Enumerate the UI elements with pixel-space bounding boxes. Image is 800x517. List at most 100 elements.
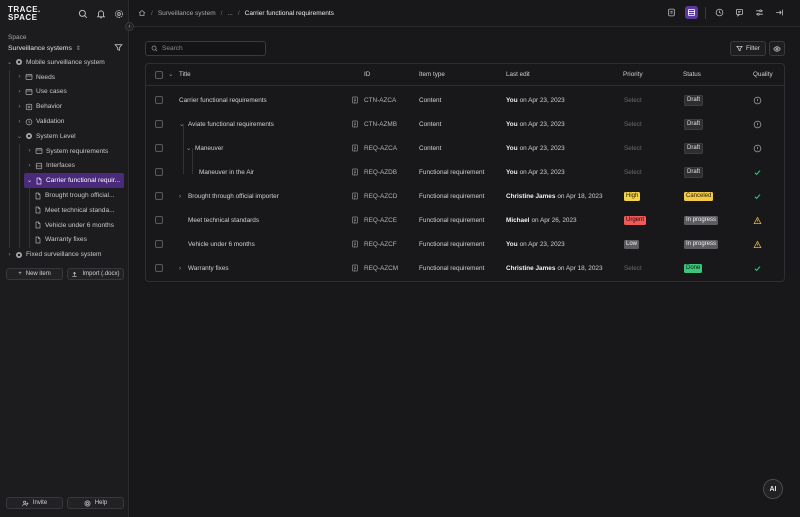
priority-badge[interactable]: Low xyxy=(624,239,640,249)
select-all-checkbox[interactable] xyxy=(155,70,163,79)
filter-button[interactable]: Filter xyxy=(730,41,766,56)
priority-select[interactable]: Select xyxy=(624,97,642,104)
row-status[interactable]: Canceled xyxy=(684,184,714,208)
row-priority[interactable]: Urgent xyxy=(624,208,647,232)
chevron-right-icon[interactable]: › xyxy=(16,104,23,110)
history-button[interactable] xyxy=(713,6,726,19)
info-icon[interactable] xyxy=(753,120,762,129)
row-checkbox[interactable] xyxy=(155,216,163,224)
check-icon[interactable] xyxy=(753,264,762,273)
row-title[interactable]: Warranty fixes xyxy=(188,256,229,280)
import-docx-button[interactable]: Import (.docx) xyxy=(67,268,124,280)
row-title[interactable]: Maneuver xyxy=(195,136,223,160)
table-row[interactable]: ⌄ Aviate functional requirements CTN-AZMB C… xyxy=(146,112,784,136)
chevron-down-icon[interactable]: ⌄ xyxy=(26,177,33,184)
row-status[interactable]: Draft xyxy=(684,136,704,160)
chevron-right-icon[interactable]: › xyxy=(26,148,33,154)
space-selector[interactable]: Surveillance systems ⇕ xyxy=(8,43,124,53)
tree-item-carrier-functional-requirements[interactable]: ⌄ Carrier functional requir... xyxy=(24,173,124,189)
row-status[interactable]: Done xyxy=(684,256,703,280)
document-view-button[interactable] xyxy=(665,6,678,19)
row-quality[interactable] xyxy=(753,136,762,160)
chevron-down-icon[interactable]: ⌄ xyxy=(186,136,191,160)
row-title[interactable]: Vehicle under 6 months xyxy=(188,232,255,256)
row-status[interactable]: Draft xyxy=(684,112,704,136)
row-quality[interactable] xyxy=(753,208,762,232)
table-row[interactable]: Carrier functional requirements CTN-AZCA C… xyxy=(146,88,784,112)
priority-select[interactable]: Select xyxy=(624,121,642,128)
info-icon[interactable] xyxy=(753,144,762,153)
row-priority[interactable]: Select xyxy=(624,88,642,112)
row-checkbox[interactable] xyxy=(155,264,163,272)
tree-item-mobile-surveillance-system[interactable]: ⌄ Mobile surveillance system xyxy=(0,55,129,70)
tree-item-system-level[interactable]: ⌄ System Level xyxy=(0,129,129,144)
priority-select[interactable]: Select xyxy=(624,265,642,272)
status-badge[interactable]: Draft xyxy=(684,94,704,106)
warning-icon[interactable] xyxy=(753,240,762,249)
chevron-right-icon[interactable]: › xyxy=(26,163,33,169)
column-status[interactable]: Status xyxy=(683,64,701,85)
row-quality[interactable] xyxy=(753,112,762,136)
status-badge[interactable]: Draft xyxy=(684,142,704,154)
expand-all-chevron[interactable]: ⌄ xyxy=(168,64,173,85)
row-quality[interactable] xyxy=(753,232,762,256)
chevron-right-icon[interactable]: › xyxy=(6,252,13,258)
row-checkbox[interactable] xyxy=(155,120,163,128)
row-checkbox[interactable] xyxy=(155,144,163,152)
chevron-right-icon[interactable]: › xyxy=(16,89,23,95)
tree-item-use-cases[interactable]: › Use cases xyxy=(0,85,129,100)
status-badge[interactable]: Done xyxy=(684,263,703,273)
row-title[interactable]: Brought through official importer xyxy=(188,184,279,208)
table-row[interactable]: ⌄ Maneuver REQ-AZCA Content You on Apr 23, 20… xyxy=(146,136,784,160)
row-status[interactable]: Draft xyxy=(684,160,704,184)
table-row[interactable]: Maneuver in the Air REQ-AZDB Functional re… xyxy=(146,160,784,184)
tree-item-needs[interactable]: › Needs xyxy=(0,70,129,85)
row-priority[interactable]: Select xyxy=(624,256,642,280)
visibility-button[interactable] xyxy=(769,41,785,56)
chevron-right-icon[interactable]: › xyxy=(179,256,181,280)
row-priority[interactable]: High xyxy=(624,184,641,208)
status-badge[interactable]: Draft xyxy=(684,166,704,178)
priority-select[interactable]: Select xyxy=(624,169,642,176)
column-quality[interactable]: Quality xyxy=(753,64,773,85)
row-checkbox[interactable] xyxy=(155,168,163,176)
status-badge[interactable]: In progress xyxy=(684,239,719,249)
row-quality[interactable] xyxy=(753,256,762,280)
column-title[interactable]: Title xyxy=(179,64,191,85)
table-row[interactable]: › Warranty fixes REQ-AZCM Functional requir… xyxy=(146,256,784,280)
row-title[interactable]: Meet technical standards xyxy=(188,208,259,232)
tree-item-behavior[interactable]: › Behavior xyxy=(0,99,129,114)
breadcrumb-item[interactable]: ... xyxy=(227,10,232,17)
info-icon[interactable] xyxy=(753,96,762,105)
priority-badge[interactable]: High xyxy=(624,191,641,201)
row-title[interactable]: Aviate functional requirements xyxy=(188,112,274,136)
help-button[interactable]: Help xyxy=(67,497,124,509)
row-checkbox[interactable] xyxy=(155,192,163,200)
collapse-sidebar-button[interactable]: ‹ xyxy=(125,22,134,31)
row-title[interactable]: Maneuver in the Air xyxy=(199,160,254,184)
row-priority[interactable]: Low xyxy=(624,232,640,256)
row-status[interactable]: Draft xyxy=(684,88,704,112)
settings-sliders-button[interactable] xyxy=(753,6,766,19)
close-panel-button[interactable] xyxy=(773,6,786,19)
column-item-type[interactable]: Item type xyxy=(419,64,445,85)
filter-icon[interactable] xyxy=(114,43,124,53)
comments-button[interactable] xyxy=(733,6,746,19)
row-checkbox[interactable] xyxy=(155,96,163,104)
breadcrumb-item[interactable]: Surveillance system xyxy=(158,10,216,17)
search-input[interactable] xyxy=(162,45,257,52)
chevron-right-icon[interactable]: › xyxy=(179,184,181,208)
status-badge[interactable]: Draft xyxy=(684,118,704,130)
invite-button[interactable]: Invite xyxy=(6,497,63,509)
warning-icon[interactable] xyxy=(753,216,762,225)
bell-icon[interactable] xyxy=(96,9,106,19)
row-priority[interactable]: Select xyxy=(624,136,642,160)
row-quality[interactable] xyxy=(753,88,762,112)
search-icon[interactable] xyxy=(78,9,88,19)
column-priority[interactable]: Priority xyxy=(623,64,643,85)
row-checkbox[interactable] xyxy=(155,240,163,248)
status-badge[interactable]: In progress xyxy=(684,215,719,225)
search-box[interactable] xyxy=(145,41,266,56)
row-quality[interactable] xyxy=(753,184,762,208)
tree-item-fixed-surveillance-system[interactable]: › Fixed surveillance system xyxy=(0,247,129,262)
